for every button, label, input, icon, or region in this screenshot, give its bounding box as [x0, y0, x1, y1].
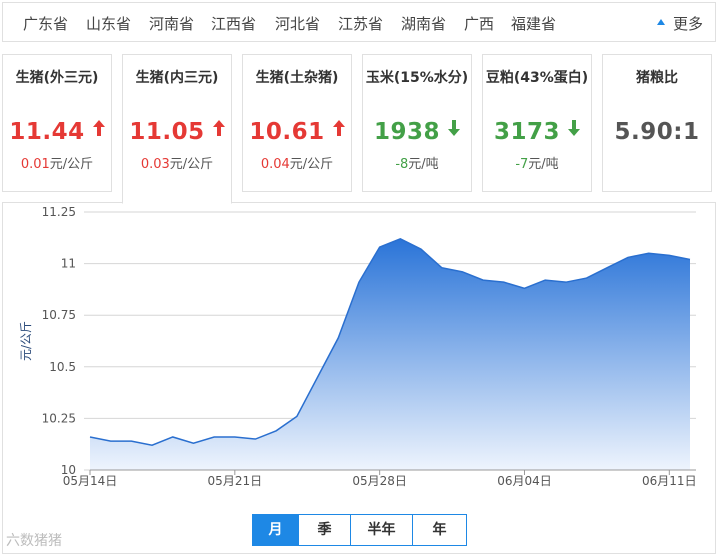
x-tick-label: 06月11日 — [642, 474, 697, 488]
y-tick-label: 10.75 — [42, 308, 76, 322]
x-tick-label: 05月14日 — [63, 474, 118, 488]
price-card[interactable]: 生猪(内三元) 11.05 0.03元/公斤 — [122, 54, 232, 204]
price-area-chart: 1010.2510.510.751111.2505月14日 05月21日 05月28… — [19, 205, 697, 488]
card-change: 0.03元/公斤 — [123, 153, 231, 172]
period-button[interactable]: 季 — [298, 514, 351, 546]
y-tick-label: 10.5 — [49, 360, 76, 374]
card-title: 生猪(内三元) — [135, 70, 219, 86]
y-axis-title: 元/公斤 — [19, 321, 33, 361]
x-tick-label: 05月21日 — [208, 474, 263, 488]
y-tick-label: 11.25 — [42, 205, 76, 219]
x-tick-label: 05月28日 — [352, 474, 407, 488]
watermark: 六数猪猪 — [6, 533, 62, 549]
card-value-row: 11.05 — [123, 119, 231, 149]
x-tick-label: 06月04日 — [497, 474, 552, 488]
card-change-unit: 元/公斤 — [169, 157, 214, 172]
y-tick-label: 10.25 — [42, 411, 76, 425]
arrow-up-icon — [212, 120, 225, 140]
y-tick-label: 11 — [61, 257, 76, 271]
period-button[interactable]: 年 — [412, 514, 467, 546]
card-change-value: 0.03 — [140, 157, 170, 172]
price-area — [90, 238, 690, 470]
period-button[interactable]: 月 — [252, 514, 299, 546]
period-button[interactable]: 半年 — [350, 514, 413, 546]
card-value: 11.05 — [129, 119, 205, 145]
